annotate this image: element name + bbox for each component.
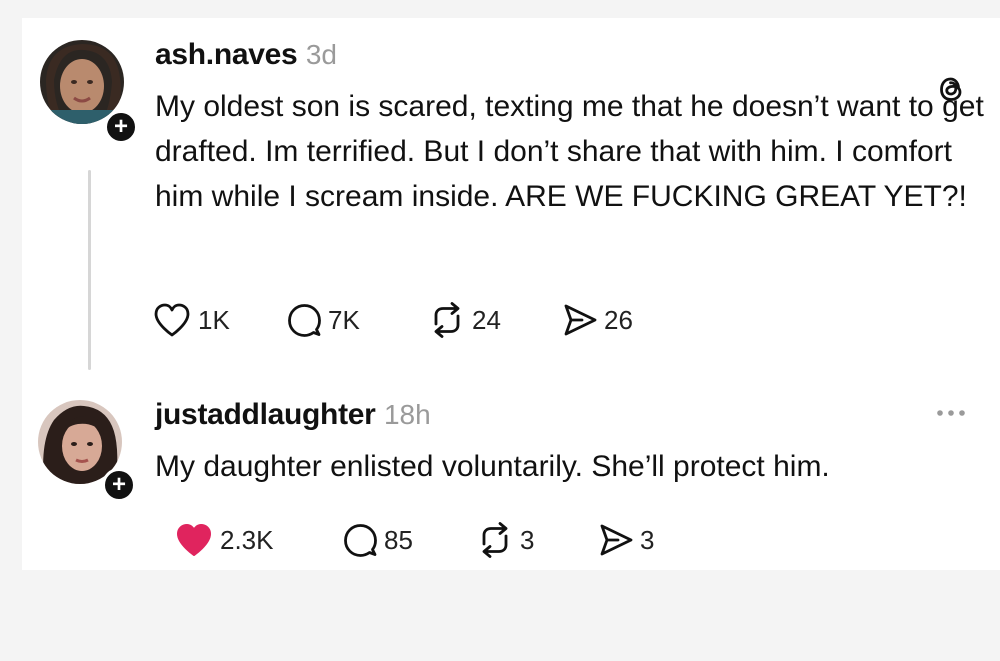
reply-count: 85 — [384, 524, 413, 555]
post-text: My oldest son is scared, texting me that… — [155, 90, 984, 213]
follow-plus-button[interactable]: + — [104, 110, 138, 144]
repost-count: 24 — [472, 304, 501, 335]
heart-filled-icon — [177, 524, 211, 556]
username[interactable]: justaddlaughter — [155, 398, 376, 431]
username[interactable]: ash.naves — [155, 38, 298, 71]
share-button[interactable]: 3 — [598, 518, 654, 562]
post-header: ash.naves 3d — [155, 38, 337, 72]
reply-button[interactable]: 85 — [342, 518, 413, 562]
reply-count: 7K — [328, 304, 360, 335]
reply-button[interactable]: 7K — [286, 298, 360, 342]
like-button[interactable]: 1K — [152, 298, 230, 342]
send-icon — [564, 304, 597, 336]
comment-bubble-icon — [288, 304, 321, 337]
send-icon — [600, 524, 633, 556]
bottom-margin — [0, 570, 1000, 661]
more-options-icon[interactable] — [936, 408, 966, 418]
share-count: 26 — [604, 304, 633, 335]
repost-count: 3 — [520, 524, 535, 555]
threads-card: + ash.naves 3d My oldest son is scared, … — [22, 18, 1000, 570]
follow-plus-button[interactable]: + — [102, 468, 136, 502]
post-text: My daughter enlisted voluntarily. She’ll… — [155, 450, 830, 483]
comment-bubble-icon — [344, 524, 377, 557]
repost-icon — [434, 302, 460, 338]
repost-icon — [482, 522, 508, 558]
like-count: 2.3K — [220, 524, 274, 555]
heart-icon — [154, 303, 190, 337]
like-button[interactable]: 2.3K — [174, 518, 274, 562]
share-count: 3 — [640, 524, 655, 555]
share-button[interactable]: 26 — [562, 298, 633, 342]
thread-connector-line — [88, 170, 91, 370]
post-time: 3d — [305, 39, 338, 70]
repost-button[interactable]: 24 — [428, 298, 501, 342]
repost-button[interactable]: 3 — [476, 518, 534, 562]
like-count: 1K — [198, 304, 230, 335]
post-header: justaddlaughter 18h — [155, 398, 431, 432]
post-time: 18h — [383, 399, 431, 430]
